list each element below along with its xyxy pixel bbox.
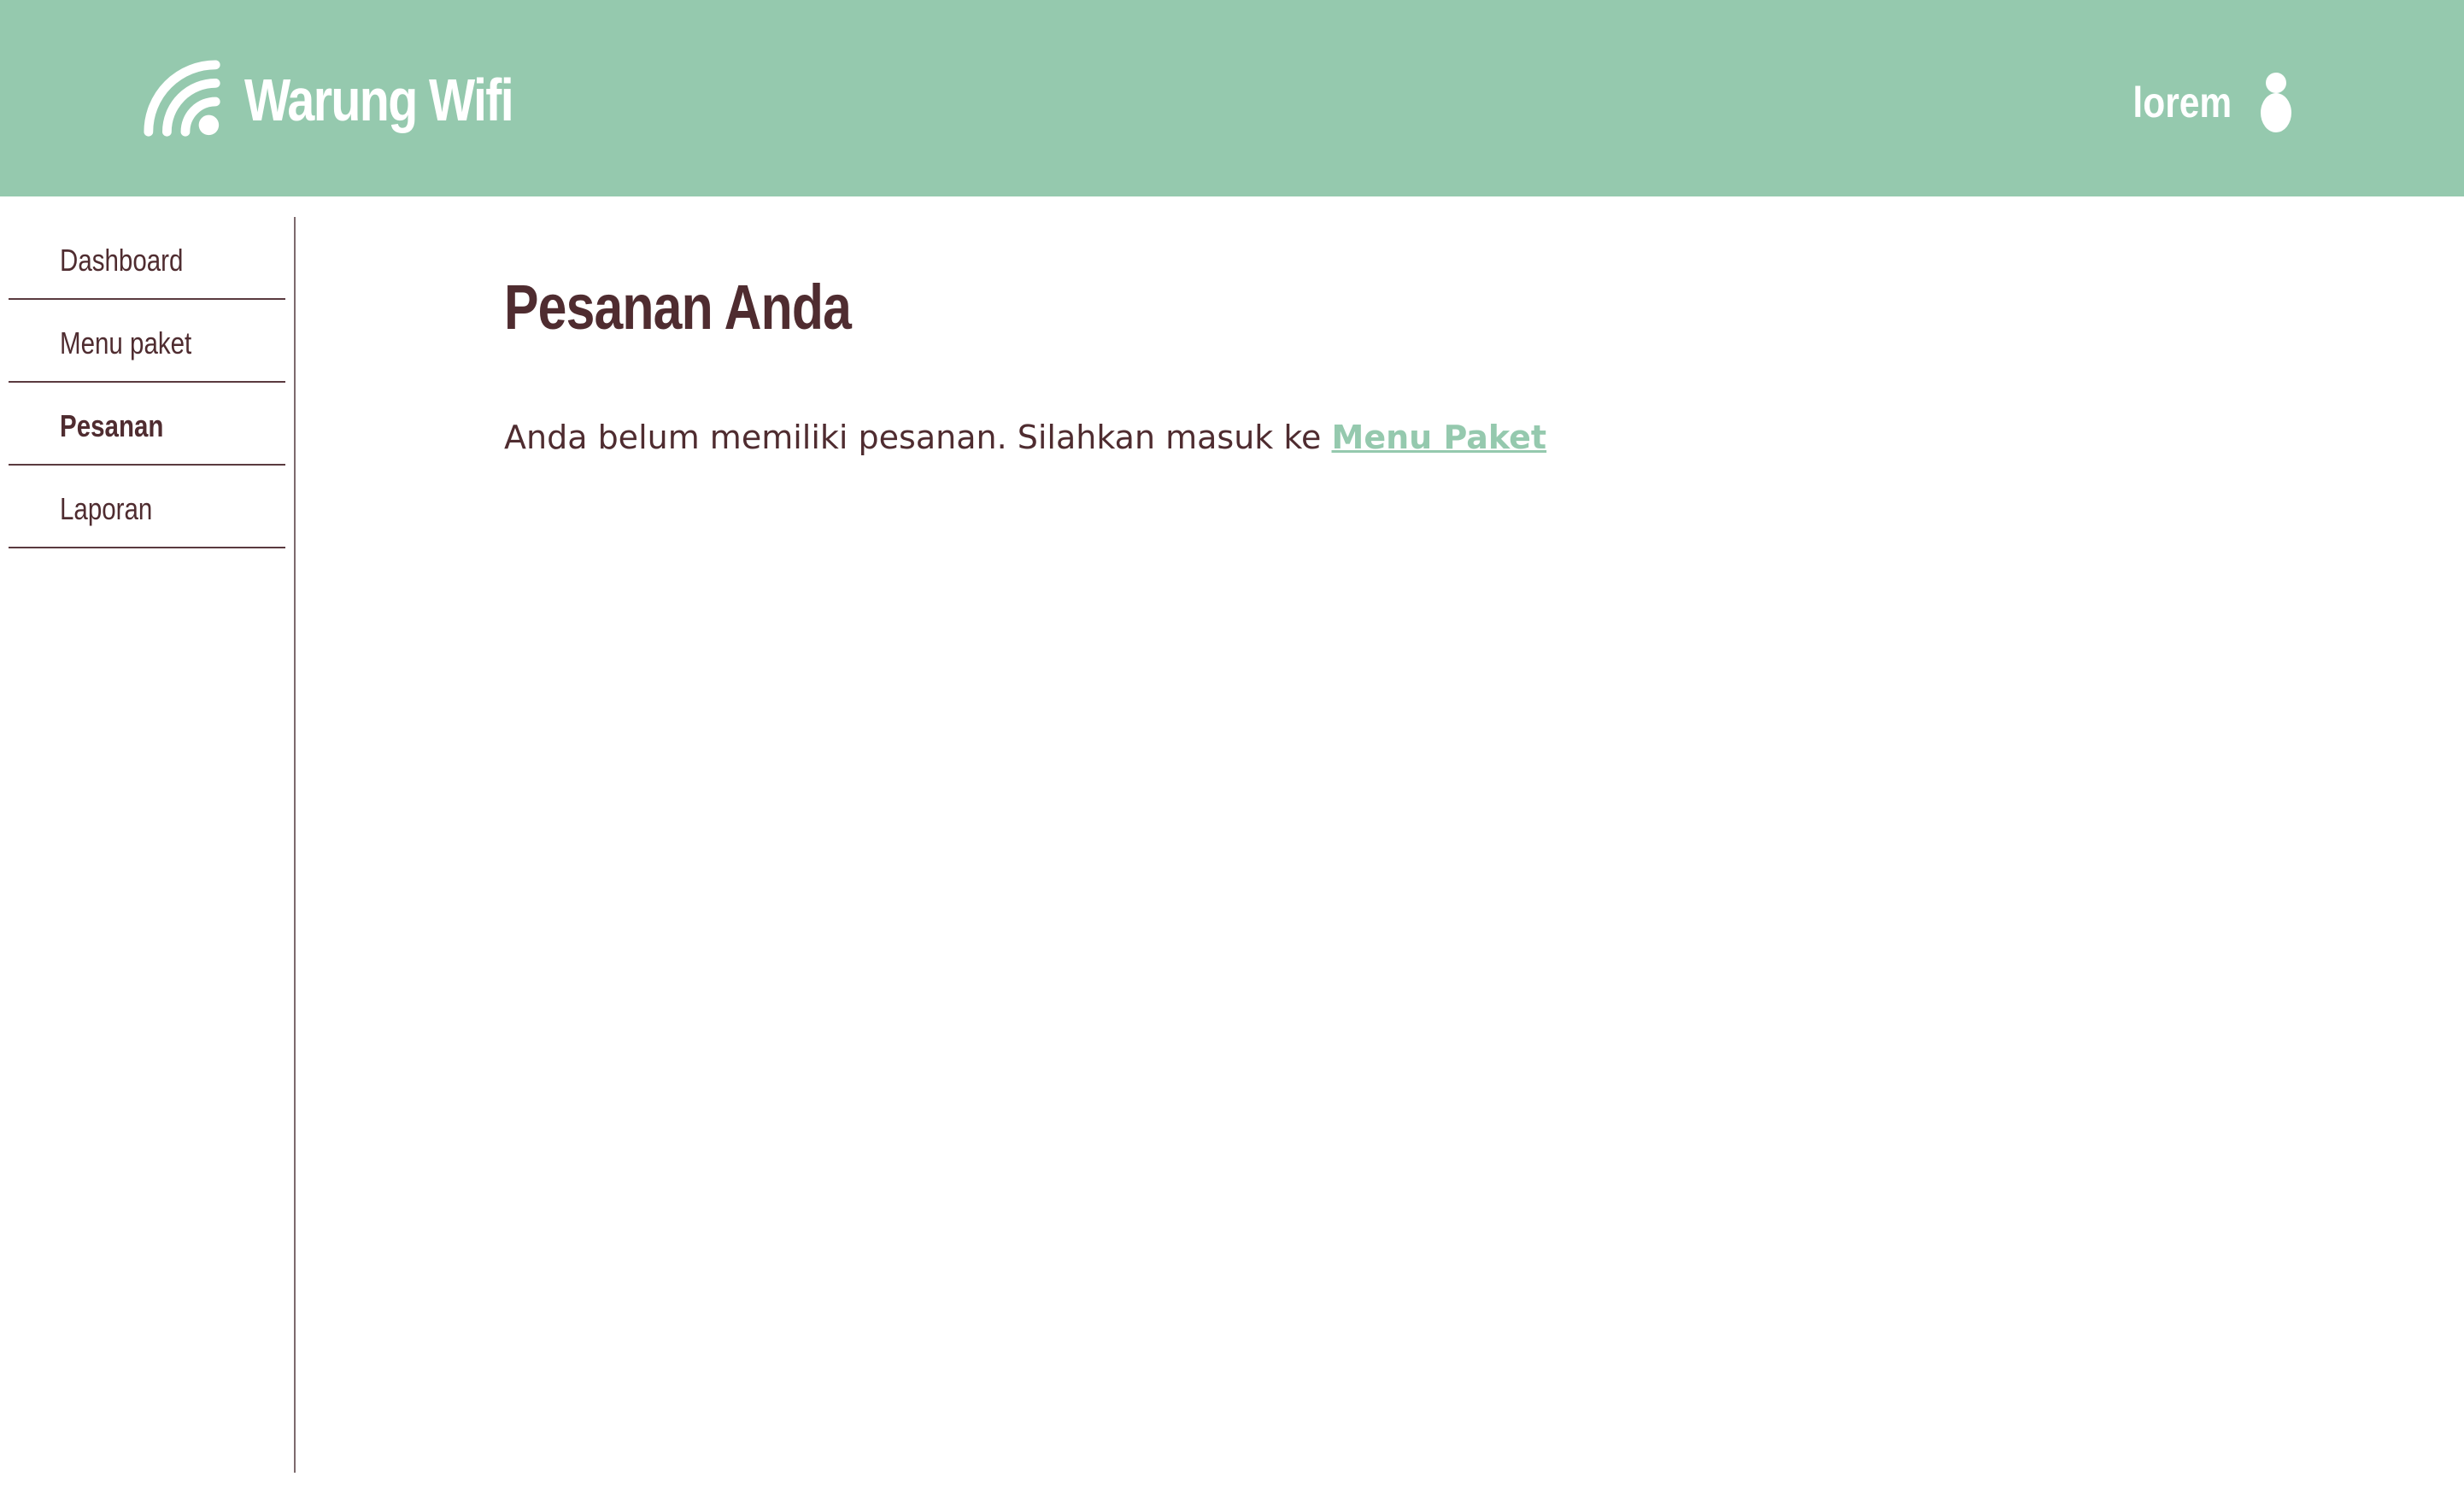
sidebar-item-pesanan[interactable]: Pesanan — [9, 383, 285, 466]
empty-orders-message: Anda belum memiliki pesanan. Silahkan ma… — [504, 417, 2298, 458]
empty-message-text: Anda belum memiliki pesanan. Silahkan ma… — [504, 419, 1322, 456]
sidebar-item-label: Laporan — [60, 491, 153, 526]
sidebar-item-menu-paket[interactable]: Menu paket — [9, 300, 285, 383]
sidebar-item-label: Menu paket — [60, 325, 192, 360]
sidebar-item-dashboard[interactable]: Dashboard — [9, 217, 285, 300]
wifi-icon — [144, 60, 220, 137]
menu-paket-link[interactable]: Menu Paket — [1332, 419, 1547, 456]
brand[interactable]: Warung Wifi — [142, 48, 572, 152]
sidebar-item-label: Dashboard — [60, 243, 184, 278]
user-name: lorem — [2133, 79, 2232, 126]
brand-title: Warung Wifi — [244, 67, 514, 133]
user-menu[interactable]: lorem — [2115, 68, 2293, 137]
sidebar: Dashboard Menu paket Pesanan Laporan — [0, 217, 296, 1473]
sidebar-item-laporan[interactable]: Laporan — [9, 466, 285, 548]
page-title: Pesanan Anda — [504, 272, 852, 343]
page: Warung Wifi lorem Dashboard Menu paket P… — [0, 0, 2464, 1500]
user-icon — [2261, 73, 2291, 132]
top-header: Warung Wifi lorem — [0, 0, 2464, 196]
sidebar-item-label: Pesanan — [60, 408, 164, 443]
main-content: Pesanan Anda Anda belum memiliki pesanan… — [504, 273, 2298, 458]
